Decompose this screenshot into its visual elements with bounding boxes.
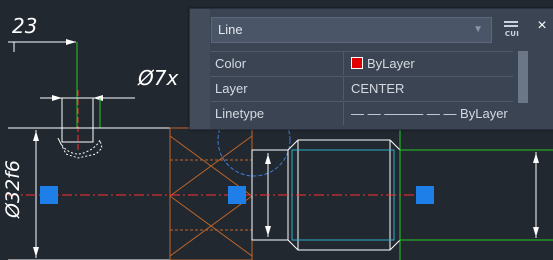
grip-left[interactable]: [40, 186, 58, 204]
properties-table: Color ByLayer Layer CENTER Linetype — — …: [211, 51, 513, 127]
dimension-arrow: [66, 39, 76, 45]
dimension-text-23[interactable]: 23: [12, 14, 37, 38]
properties-scrollbar[interactable]: [517, 51, 529, 127]
dimension-arrow: [533, 153, 539, 163]
dimension-arrow: [265, 154, 271, 164]
property-value[interactable]: — — ——— — — ByLayer: [351, 102, 508, 125]
cui-label: CUI: [504, 30, 520, 38]
color-value-text: ByLayer: [367, 56, 415, 71]
property-name: Linetype: [215, 102, 344, 125]
customize-cui-button[interactable]: CUI: [502, 21, 522, 41]
grip-right[interactable]: [416, 186, 434, 204]
grip-middle[interactable]: [228, 186, 246, 204]
property-name: Color: [215, 52, 344, 75]
cui-grid-icon: [504, 21, 518, 29]
thread-minor-diameter: [291, 149, 395, 241]
property-row-color[interactable]: Color ByLayer: [211, 51, 513, 75]
dimension-text-diameter-32[interactable]: Ø32f6: [2, 160, 24, 218]
object-type-dropdown[interactable]: Line ▼: [211, 17, 492, 43]
chevron-down-icon: ▼: [473, 24, 483, 35]
dimension-arrow: [52, 95, 62, 101]
scrollbar-thumb[interactable]: [518, 51, 528, 103]
dimension-arrow: [93, 95, 103, 101]
close-icon[interactable]: ×: [534, 14, 550, 38]
color-swatch-icon: [351, 57, 363, 69]
object-type-value: Line: [218, 22, 243, 37]
dimension-arrow: [533, 227, 539, 237]
quick-properties-palette: Line ▼ CUI × Color ByLayer Layer CENTER …: [189, 8, 553, 130]
property-value[interactable]: CENTER: [351, 77, 404, 100]
section-break-outline: [57, 137, 103, 159]
palette-grip-bar[interactable]: [190, 9, 210, 129]
dimension-text-diameter-7[interactable]: Ø7x: [138, 66, 178, 90]
property-row-linetype[interactable]: Linetype — — ——— — — ByLayer: [211, 101, 513, 125]
property-value[interactable]: ByLayer: [351, 52, 415, 75]
dimension-arrow: [33, 247, 39, 257]
property-row-layer[interactable]: Layer CENTER: [211, 76, 513, 100]
dimension-arrow: [33, 131, 39, 141]
property-name: Layer: [215, 77, 344, 100]
dimension-arrow: [265, 226, 271, 236]
